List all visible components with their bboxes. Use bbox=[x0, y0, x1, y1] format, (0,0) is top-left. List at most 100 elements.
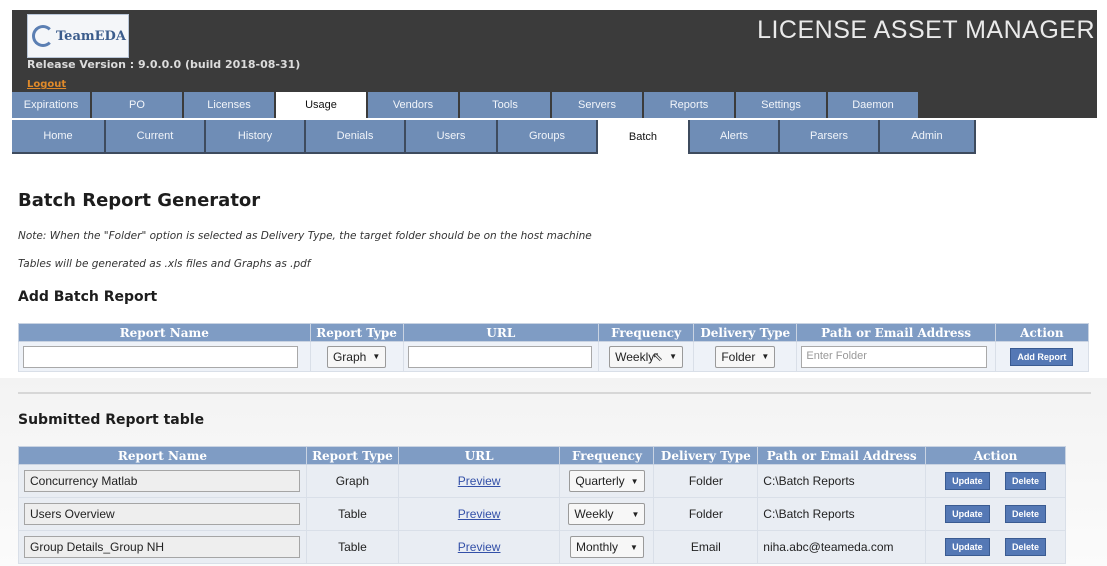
report-name-field[interactable]: Group Details_Group NH bbox=[24, 536, 300, 558]
tab-reports[interactable]: Reports bbox=[644, 92, 736, 118]
url-cell: Preview bbox=[397, 497, 561, 531]
table-row: Users Overview Table Preview Weekly ▼ Fol… bbox=[18, 497, 1066, 531]
col-path: Path or Email Address bbox=[796, 323, 996, 342]
report-name-cell: Group Details_Group NH bbox=[18, 530, 307, 564]
add-form-header-row: Report Name Report Type URL Frequency De… bbox=[18, 323, 1090, 342]
delivery-type-cell: Folder ▼ bbox=[693, 341, 798, 372]
app-title: LICENSE ASSET MANAGER bbox=[757, 16, 1095, 44]
dropdown-arrow-icon: ▼ bbox=[761, 352, 770, 361]
url-cell bbox=[402, 341, 600, 372]
preview-link[interactable]: Preview bbox=[458, 507, 501, 521]
delete-button[interactable]: Delete bbox=[1005, 505, 1047, 523]
frequency-select[interactable]: Quarterly ▼ bbox=[569, 470, 645, 492]
update-button[interactable]: Update bbox=[945, 472, 990, 490]
table-row: Group Details_Group NH Table Preview Mon… bbox=[18, 530, 1066, 564]
preview-link[interactable]: Preview bbox=[458, 474, 501, 488]
action-cell: Update Delete bbox=[925, 497, 1066, 531]
delivery-type-cell: Folder bbox=[653, 497, 759, 531]
frequency-cell: Quarterly ▼ bbox=[559, 464, 655, 498]
table-row: Concurrency Matlab Graph Preview Quarter… bbox=[18, 464, 1066, 498]
report-name-cell bbox=[18, 341, 311, 372]
path-input[interactable]: Enter Folder bbox=[801, 345, 988, 368]
logout-link[interactable]: Logout bbox=[27, 79, 66, 90]
submitted-report-table: Report Name Report Type URL Frequency De… bbox=[18, 446, 1066, 564]
tab-tools[interactable]: Tools bbox=[460, 92, 552, 118]
subtab-home[interactable]: Home bbox=[12, 120, 106, 154]
teameda-logo: TeamEDA bbox=[27, 14, 129, 58]
path-cell: C:\Batch Reports bbox=[757, 497, 927, 531]
logo-swirl-icon bbox=[32, 25, 54, 47]
col-report-type: Report Type bbox=[309, 323, 404, 342]
tab-expirations[interactable]: Expirations bbox=[12, 92, 92, 118]
report-name-field[interactable]: Users Overview bbox=[24, 503, 300, 525]
frequency-select[interactable]: Weekly ▼ bbox=[568, 503, 646, 525]
url-input[interactable] bbox=[407, 345, 592, 368]
col-delivery-type: Delivery Type bbox=[653, 446, 759, 465]
frequency-select[interactable]: Monthly ▼ bbox=[569, 536, 644, 558]
report-name-cell: Concurrency Matlab bbox=[18, 464, 307, 498]
add-report-button[interactable]: Add Report bbox=[1010, 347, 1074, 366]
col-url: URL bbox=[402, 323, 600, 342]
frequency-cell: Weekly ⇖ ▼ bbox=[598, 341, 695, 372]
subtab-alerts[interactable]: Alerts bbox=[690, 120, 780, 154]
report-name-cell: Users Overview bbox=[18, 497, 307, 531]
subtab-history[interactable]: History bbox=[206, 120, 306, 154]
path-cell: C:\Batch Reports bbox=[757, 464, 927, 498]
report-name-input[interactable] bbox=[23, 345, 298, 368]
action-cell: Update Delete bbox=[925, 464, 1066, 498]
tab-vendors[interactable]: Vendors bbox=[368, 92, 460, 118]
col-frequency: Frequency bbox=[559, 446, 655, 465]
update-button[interactable]: Update bbox=[945, 505, 990, 523]
add-action-cell: Add Report bbox=[994, 341, 1090, 372]
col-action: Action bbox=[925, 446, 1066, 465]
section-divider bbox=[18, 392, 1091, 394]
delete-button[interactable]: Delete bbox=[1005, 538, 1047, 556]
tab-settings[interactable]: Settings bbox=[736, 92, 828, 118]
report-type-cell: Graph bbox=[305, 464, 399, 498]
release-version: Release Version : 9.0.0.0 (build 2018-08… bbox=[27, 58, 301, 71]
format-note: Tables will be generated as .xls files a… bbox=[18, 258, 311, 270]
tab-licenses[interactable]: Licenses bbox=[184, 92, 276, 118]
frequency-cell: Weekly ▼ bbox=[559, 497, 655, 531]
subtab-batch[interactable]: Batch bbox=[598, 120, 690, 154]
col-report-type: Report Type bbox=[305, 446, 399, 465]
report-name-field[interactable]: Concurrency Matlab bbox=[24, 470, 300, 492]
dropdown-arrow-icon: ▼ bbox=[630, 542, 638, 552]
preview-link[interactable]: Preview bbox=[458, 540, 501, 554]
url-cell: Preview bbox=[397, 530, 561, 564]
subtab-groups[interactable]: Groups bbox=[498, 120, 598, 154]
col-frequency: Frequency bbox=[598, 323, 695, 342]
page-title: Batch Report Generator bbox=[18, 190, 261, 211]
subtab-admin[interactable]: Admin bbox=[880, 120, 976, 154]
frequency-cell: Monthly ▼ bbox=[559, 530, 655, 564]
report-type-cell: Graph ▼ bbox=[309, 341, 404, 372]
mouse-cursor-icon: ⇖ bbox=[652, 348, 664, 364]
url-cell: Preview bbox=[397, 464, 561, 498]
tab-usage[interactable]: Usage bbox=[276, 92, 368, 118]
tab-servers[interactable]: Servers bbox=[552, 92, 644, 118]
tab-po[interactable]: PO bbox=[92, 92, 184, 118]
report-type-select[interactable]: Graph ▼ bbox=[326, 345, 387, 368]
col-url: URL bbox=[397, 446, 561, 465]
tab-daemon[interactable]: Daemon bbox=[828, 92, 920, 118]
submitted-heading: Submitted Report table bbox=[18, 412, 205, 428]
dropdown-arrow-icon: ▼ bbox=[631, 509, 640, 519]
delivery-type-select[interactable]: Folder ▼ bbox=[715, 345, 776, 368]
delivery-type-value: Folder bbox=[721, 349, 756, 364]
frequency-select[interactable]: Weekly ⇖ ▼ bbox=[609, 345, 684, 368]
subtab-denials[interactable]: Denials bbox=[306, 120, 406, 154]
folder-note: Note: When the "Folder" option is select… bbox=[18, 230, 592, 242]
subtab-parsers[interactable]: Parsers bbox=[780, 120, 880, 154]
frequency-value: Monthly bbox=[575, 540, 618, 554]
add-report-form: Report Name Report Type URL Frequency De… bbox=[18, 323, 1090, 372]
subtab-users[interactable]: Users bbox=[406, 120, 498, 154]
path-cell: Enter Folder bbox=[796, 341, 996, 372]
submitted-header-row: Report Name Report Type URL Frequency De… bbox=[18, 446, 1066, 465]
logo-text: TeamEDA bbox=[56, 28, 126, 44]
report-type-cell: Table bbox=[305, 530, 399, 564]
delete-button[interactable]: Delete bbox=[1005, 472, 1047, 490]
add-form-input-row: Graph ▼ Weekly ⇖ ▼ Folder ▼ Enter Folder Add… bbox=[18, 341, 1090, 372]
update-button[interactable]: Update bbox=[945, 538, 990, 556]
path-cell: niha.abc@teameda.com bbox=[757, 530, 927, 564]
subtab-current[interactable]: Current bbox=[106, 120, 206, 154]
